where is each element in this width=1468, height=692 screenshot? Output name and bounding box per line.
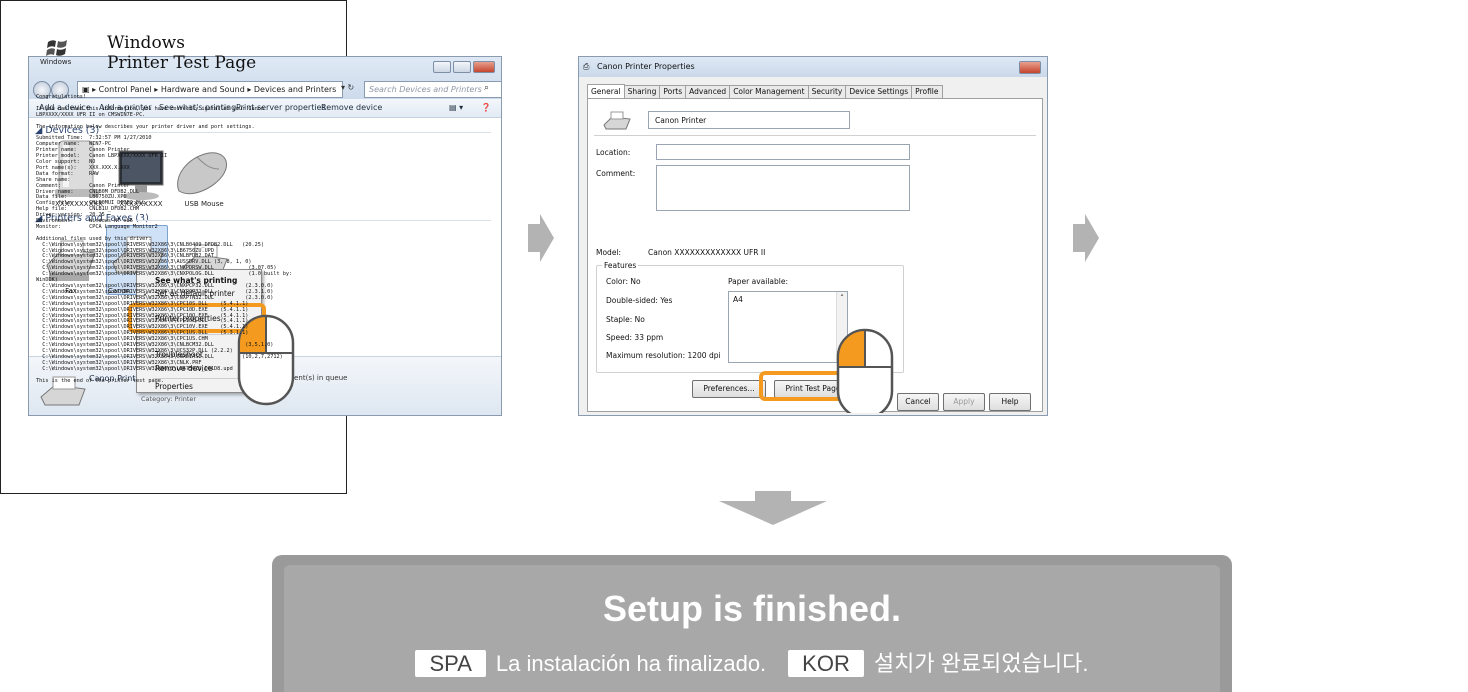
tab-color-management[interactable]: Color Management xyxy=(729,85,809,98)
tab-security[interactable]: Security xyxy=(807,85,847,98)
down-arrow-icon xyxy=(719,491,827,525)
speed-feature: Speed: 33 ppm xyxy=(606,333,664,342)
comment-field[interactable] xyxy=(656,165,910,211)
spa-tag: SPA xyxy=(415,650,486,677)
test-page-title-line2: Printer Test Page xyxy=(107,53,257,73)
kor-tag: KOR xyxy=(788,650,864,677)
remove-device-button[interactable]: Remove device xyxy=(321,103,382,112)
preferences-button[interactable]: Preferences... xyxy=(692,380,766,398)
color-feature: Color: No xyxy=(606,277,641,286)
breadcrumb-devices-printers[interactable]: Devices and Printers xyxy=(254,85,336,94)
test-page-body: Congratulations! If you can read this in… xyxy=(36,94,293,384)
banner-translations: SPA La instalación ha finalizado. KOR 설치가 완… xyxy=(284,646,1220,678)
breadcrumb-hardware-sound[interactable]: Hardware and Sound xyxy=(161,85,245,94)
banner-title: Setup is finished. xyxy=(602,588,902,629)
breadcrumb-control-panel[interactable]: Control Panel xyxy=(99,85,152,94)
tab-advanced[interactable]: Advanced xyxy=(685,85,731,98)
tab-device-settings[interactable]: Device Settings xyxy=(845,85,913,98)
window-controls xyxy=(433,61,495,73)
search-input[interactable]: Search Devices and Printers xyxy=(364,81,502,98)
spa-text: La instalación ha finalizado. xyxy=(495,651,767,676)
tab-sharing[interactable]: Sharing xyxy=(623,85,661,98)
details-category: Category: Printer xyxy=(141,395,197,403)
banner-inner: Setup is finished. SPA La instalación ha … xyxy=(284,565,1220,692)
general-tab-pane: Canon Printer Location: Comment: Model: … xyxy=(587,98,1043,412)
help-icon[interactable]: ❓ xyxy=(481,103,491,112)
printer-name-field[interactable]: Canon Printer xyxy=(648,111,850,129)
printer-icon xyxy=(603,111,631,130)
search-icon[interactable]: ⌕ xyxy=(484,83,489,93)
tab-strip: General Sharing Ports Advanced Color Man… xyxy=(587,84,943,98)
mouse-click-icon xyxy=(836,328,894,413)
features-label: Features xyxy=(602,261,639,270)
windows-logo-icon xyxy=(46,40,67,56)
help-button[interactable]: Help xyxy=(989,393,1031,411)
right-arrow-icon xyxy=(1073,214,1099,262)
test-page-title-line1: Windows xyxy=(107,33,185,53)
close-button[interactable] xyxy=(1019,61,1041,74)
windows-logo-text: Windows xyxy=(40,58,72,66)
comment-label: Comment: xyxy=(596,169,636,178)
printer-properties-dialog: Canon Printer Properties ⎙ General Shari… xyxy=(578,56,1048,416)
view-options-icon[interactable]: ▤ ▾ xyxy=(449,103,463,112)
right-arrow-icon xyxy=(528,214,554,262)
tab-general[interactable]: General xyxy=(587,84,625,98)
tab-profile[interactable]: Profile xyxy=(911,85,943,98)
printer-small-icon: ⎙ xyxy=(583,62,590,71)
max-resolution-feature: Maximum resolution: 1200 dpi xyxy=(606,351,721,360)
location-field[interactable] xyxy=(656,144,910,160)
paper-list[interactable]: A4 ▴ xyxy=(728,291,848,363)
location-label: Location: xyxy=(596,148,631,157)
tab-ports[interactable]: Ports xyxy=(659,85,687,98)
model-label: Model: xyxy=(596,248,622,257)
close-button[interactable] xyxy=(473,61,495,73)
staple-feature: Staple: No xyxy=(606,315,645,324)
refresh-icon[interactable]: ▾ ↻ xyxy=(341,83,354,92)
apply-button[interactable]: Apply xyxy=(943,393,985,411)
folder-icon: ▣ ▸ xyxy=(82,85,99,94)
paper-item[interactable]: A4 xyxy=(733,295,743,304)
minimize-button[interactable] xyxy=(433,61,451,73)
double-sided-feature: Double-sided: Yes xyxy=(606,296,673,305)
model-value: Canon XXXXXXXXXXXXX UFR II xyxy=(648,248,766,257)
dialog-titlebar: Canon Printer Properties xyxy=(579,57,1047,77)
paper-available-label: Paper available: xyxy=(728,277,789,286)
kor-text: 설치가 완료되었습니다. xyxy=(873,651,1089,676)
divider xyxy=(594,135,1036,136)
setup-finished-banner: Setup is finished. SPA La instalación ha … xyxy=(272,555,1232,692)
cancel-button[interactable]: Cancel xyxy=(897,393,939,411)
maximize-button[interactable] xyxy=(453,61,471,73)
